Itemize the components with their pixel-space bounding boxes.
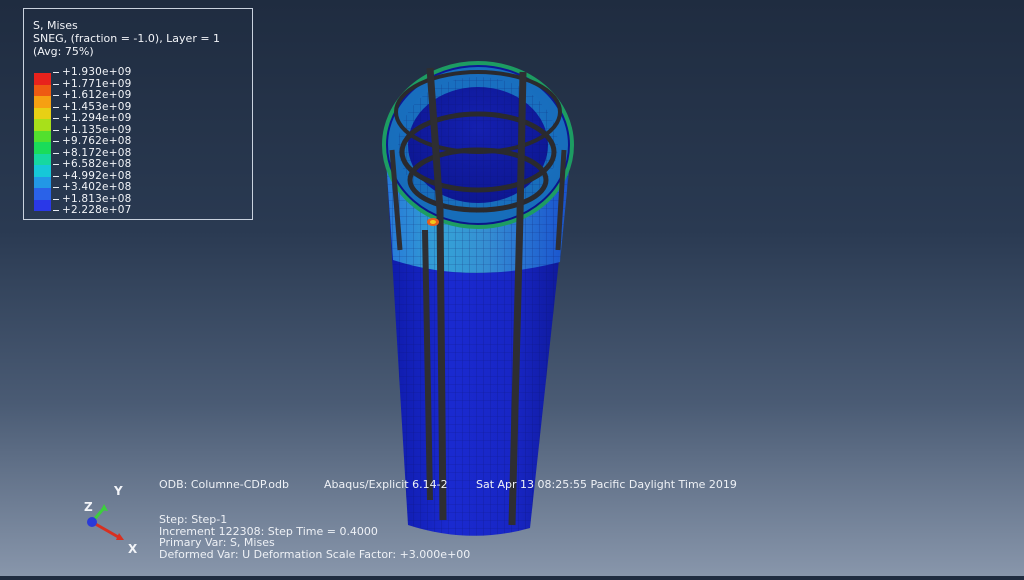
legend-swatch — [34, 153, 51, 165]
info-product: Abaqus/Explicit 6.14-2 — [324, 478, 448, 491]
legend-tick — [53, 187, 59, 188]
legend-value: +2.228e+07 — [62, 204, 132, 216]
legend-swatch — [34, 142, 51, 154]
legend-title: S, Mises — [33, 19, 78, 32]
z-axis-icon — [87, 517, 97, 527]
info-step-block: Step: Step-1 Increment 122308: Step Time… — [159, 514, 470, 560]
legend-tick — [53, 72, 59, 73]
legend-tick — [53, 198, 59, 200]
legend-tick — [53, 118, 59, 119]
legend-swatch — [34, 84, 51, 96]
legend-tick — [53, 175, 59, 177]
legend-tick — [53, 164, 59, 165]
legend-tick — [53, 83, 59, 85]
legend-tick — [53, 141, 59, 142]
legend-tick — [53, 210, 59, 211]
legend-tick — [53, 95, 59, 96]
legend-swatch — [34, 107, 51, 119]
view-triad[interactable]: Y Z X — [70, 480, 150, 560]
legend-tick — [53, 106, 59, 108]
legend-tick — [53, 152, 59, 154]
triad-label-x: X — [128, 542, 138, 556]
info-deformed-var: Deformed Var: U Deformation Scale Factor… — [159, 547, 471, 561]
legend-swatch — [34, 119, 51, 131]
legend-subtitle: SNEG, (fraction = -1.0), Layer = 1 — [33, 32, 221, 45]
legend-averaging: (Avg: 75%) — [33, 45, 94, 58]
legend-swatch — [34, 188, 51, 200]
info-odb: ODB: Columne-CDP.odb — [159, 478, 290, 491]
legend-swatch — [34, 176, 51, 188]
legend-swatch — [34, 199, 51, 211]
legend-swatch — [34, 96, 51, 108]
legend-swatch — [34, 165, 51, 177]
legend-swatch — [34, 73, 51, 85]
contour-legend[interactable]: S, Mises SNEG, (fraction = -1.0), Layer … — [23, 8, 253, 220]
triad-label-y: Y — [113, 484, 123, 498]
legend-tick — [53, 129, 59, 131]
legend-swatch — [34, 130, 51, 142]
info-date: Sat Apr 13 08:25:55 Pacific Daylight Tim… — [476, 478, 737, 491]
info-step: Step: Step-1 — [159, 513, 228, 526]
triad-label-z: Z — [84, 500, 93, 514]
